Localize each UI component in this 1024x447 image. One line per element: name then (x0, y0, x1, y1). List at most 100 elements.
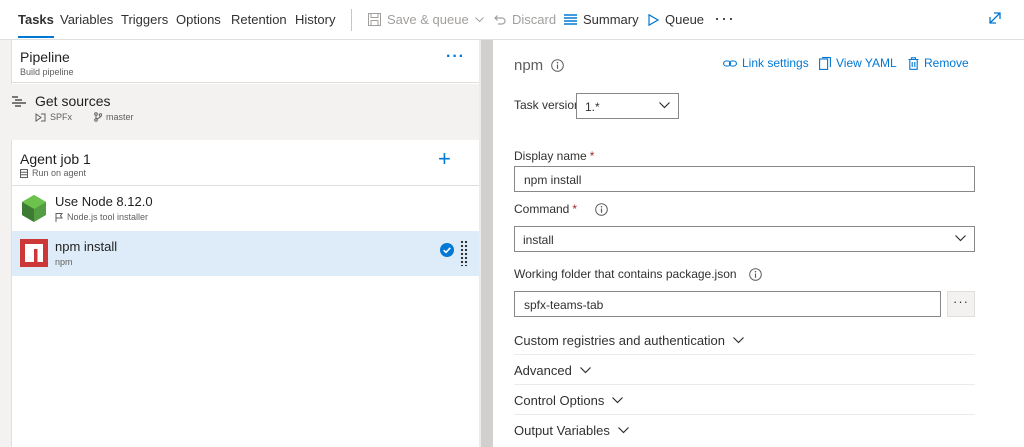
task-version-value: 1.* (585, 100, 600, 114)
task-subtitle-row: npm (55, 257, 73, 267)
repo-icon (35, 112, 46, 122)
undo-icon (494, 15, 506, 25)
add-task-button[interactable]: + (438, 148, 451, 170)
agent-job-title: Agent job 1 (20, 151, 91, 167)
section-title: Output Variables (514, 423, 610, 438)
section-header: Control Options (514, 393, 624, 408)
queue-label: Queue (665, 12, 705, 27)
task-version-select[interactable]: 1.* (576, 93, 679, 119)
get-sources-meta: SPFx master (35, 112, 134, 122)
command-value: install (523, 233, 554, 247)
working-folder-value: spfx-teams-tab (524, 298, 604, 312)
top-toolbar: Tasks Variables Triggers Options Retenti… (0, 0, 1024, 40)
section-advanced[interactable]: Advanced (514, 355, 975, 385)
pipeline-header[interactable]: Pipeline Build pipeline ··· (12, 40, 480, 83)
list-icon (564, 14, 577, 25)
sources-icon (12, 96, 26, 107)
section-title: Advanced (514, 363, 572, 378)
link-icon (723, 59, 737, 67)
task-version-label: Task version (514, 98, 581, 112)
view-yaml-button[interactable]: View YAML (819, 56, 897, 70)
clipboard-icon (819, 56, 831, 70)
chevron-down-icon (733, 337, 744, 344)
save-icon (368, 13, 381, 26)
drag-handle-icon[interactable] (460, 240, 468, 266)
pipeline-subtitle: Build pipeline (20, 67, 74, 77)
repo-name: SPFx (50, 112, 73, 122)
task-subtitle: Node.js tool installer (67, 212, 149, 222)
chevron-down-icon (659, 102, 670, 109)
tab-variables[interactable]: Variables (60, 12, 113, 27)
pane-splitter[interactable] (481, 40, 493, 447)
task-subtitle-row: Node.js tool installer (55, 212, 148, 222)
working-folder-label-row: Working folder that contains package.jso… (514, 267, 762, 281)
branch-name: master (106, 112, 134, 122)
branch-icon (94, 112, 103, 122)
view-yaml-label: View YAML (836, 56, 897, 70)
remove-label: Remove (924, 56, 969, 70)
chevron-down-icon (579, 367, 591, 374)
pipeline-tree-pane: Pipeline Build pipeline ··· Get sources … (0, 40, 481, 447)
trash-icon (908, 56, 919, 70)
display-name-value: npm install (524, 173, 582, 187)
info-icon[interactable] (551, 59, 564, 72)
section-output-variables[interactable]: Output Variables (514, 415, 975, 445)
tab-triggers[interactable]: Triggers (121, 12, 168, 27)
task-item-npm[interactable]: npm install npm (12, 231, 480, 276)
section-title: Control Options (514, 393, 605, 408)
tab-retention[interactable]: Retention (231, 12, 287, 27)
display-name-input[interactable]: npm install (514, 166, 975, 192)
agent-job-subtitle-row: Run on agent (20, 168, 86, 178)
queue-button[interactable]: Queue (648, 12, 704, 27)
info-icon[interactable] (748, 267, 762, 281)
save-queue-label: Save & queue (387, 12, 469, 27)
flag-icon (55, 212, 63, 222)
remove-button[interactable]: Remove (908, 56, 969, 70)
server-icon (20, 168, 28, 178)
section-control-options[interactable]: Control Options (514, 385, 975, 415)
play-icon (648, 13, 659, 26)
agent-job-item[interactable]: Agent job 1 Run on agent + (12, 140, 480, 186)
summary-label: Summary (583, 12, 639, 27)
discard-button[interactable]: Discard (493, 12, 556, 27)
required-marker: * (572, 202, 578, 216)
working-folder-input[interactable]: spfx-teams-tab (514, 291, 941, 317)
browse-button[interactable]: ··· (947, 291, 975, 317)
tab-history[interactable]: History (295, 12, 335, 27)
section-header: Advanced (514, 363, 591, 378)
task-title: npm install (55, 239, 118, 254)
task-detail-title: npm (514, 57, 544, 74)
task-detail-pane: npm Link settings View YAML Remove Task … (494, 40, 1024, 447)
get-sources-title: Get sources (35, 93, 111, 109)
pipeline-more-button[interactable]: ··· (446, 48, 465, 66)
section-title: Custom registries and authentication (514, 333, 726, 348)
get-sources-item[interactable]: Get sources SPFx master (1, 84, 480, 140)
link-settings-button[interactable]: Link settings (723, 56, 809, 70)
working-folder-label: Working folder that contains package.jso… (514, 267, 737, 281)
more-actions-button[interactable]: ··· (714, 8, 735, 29)
section-header: Output Variables (514, 423, 629, 438)
task-detail-title-row: npm (514, 57, 564, 74)
task-title: Use Node 8.12.0 (55, 194, 153, 209)
chevron-down-icon (612, 397, 624, 404)
summary-button[interactable]: Summary (564, 12, 639, 27)
tab-options[interactable]: Options (176, 12, 221, 27)
info-icon[interactable] (595, 202, 608, 216)
agent-job-subtitle: Run on agent (32, 168, 87, 178)
expand-icon[interactable] (988, 11, 1002, 25)
check-circle-icon (440, 243, 454, 257)
tab-tasks[interactable]: Tasks (18, 12, 54, 38)
display-name-label: Display name (514, 149, 587, 163)
toolbar-divider (351, 9, 352, 31)
task-item-node[interactable]: Use Node 8.12.0 Node.js tool installer (12, 186, 480, 231)
nodejs-icon (22, 195, 46, 222)
chevron-down-icon (955, 235, 966, 242)
section-custom-registries[interactable]: Custom registries and authentication (514, 325, 975, 355)
command-label-row: Command * (514, 202, 608, 216)
display-name-label-row: Display name * (514, 149, 594, 163)
command-select[interactable]: install (514, 226, 975, 252)
chevron-down-icon (617, 427, 629, 434)
save-queue-button[interactable]: Save & queue (368, 12, 484, 27)
pipeline-title: Pipeline (20, 49, 70, 65)
task-subtitle: npm (55, 257, 73, 267)
